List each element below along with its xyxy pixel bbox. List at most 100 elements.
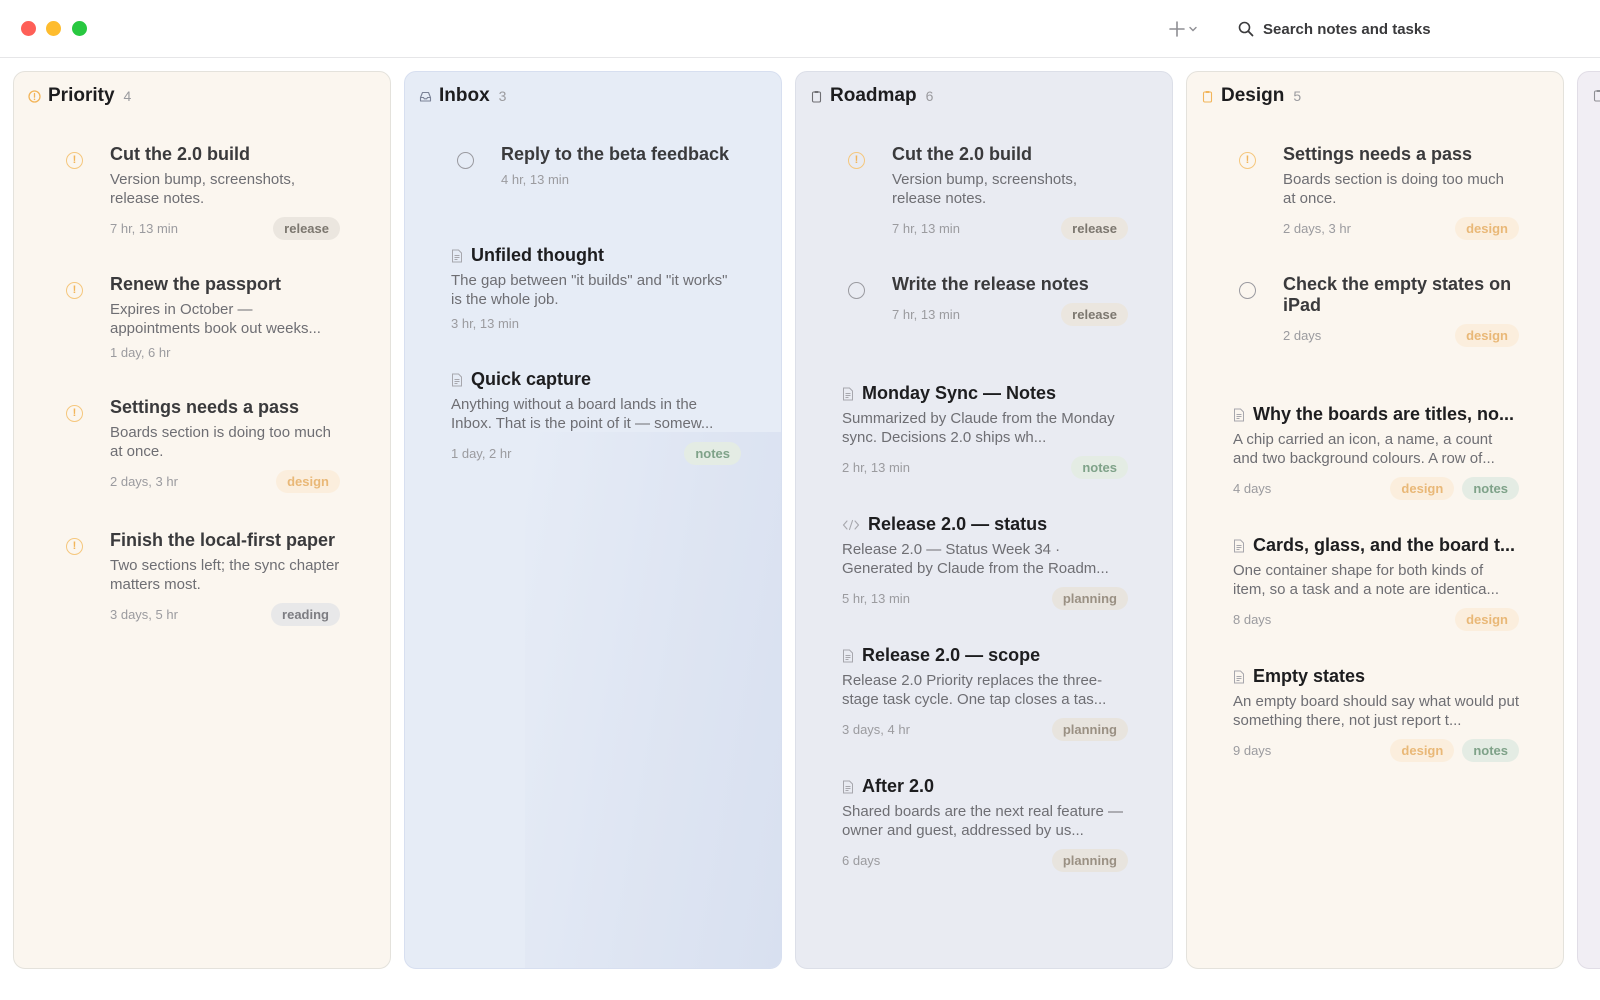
priority-icon — [28, 89, 41, 103]
clipboard-icon — [1593, 90, 1600, 102]
tag-chip[interactable]: notes — [1071, 455, 1128, 479]
tag-chip[interactable]: design — [1390, 738, 1455, 762]
card-title: Monday Sync — Notes — [862, 383, 1057, 403]
card-age: 4 hr, 13 min — [501, 171, 569, 187]
priority-checkbox[interactable] — [848, 152, 865, 169]
card-age: 2 days — [1283, 327, 1322, 343]
card-title: Empty states — [1253, 666, 1366, 686]
card-title: Reply to the beta feedback — [501, 144, 730, 164]
tag-chip[interactable]: reading — [271, 602, 340, 626]
tag-chip[interactable]: release — [1061, 302, 1128, 326]
note-card[interactable]: Why the boards are titles, no... A chip … — [1233, 404, 1519, 500]
tag-chip[interactable]: planning — [1051, 586, 1128, 610]
board-offscreen — [1577, 71, 1600, 969]
tag-chip[interactable]: release — [273, 216, 340, 240]
note-card[interactable]: Release 2.0 — status Release 2.0 — Statu… — [842, 514, 1128, 610]
minimize-window-button[interactable] — [46, 21, 61, 36]
note-card[interactable]: Release 2.0 — scope Release 2.0 Priority… — [842, 645, 1128, 741]
chevron-down-icon — [1189, 26, 1197, 32]
document-icon — [1234, 539, 1244, 552]
card-title: Cards, glass, and the board t... — [1253, 535, 1516, 555]
tag-chip[interactable]: design — [1455, 323, 1519, 347]
card-age: 9 days — [1233, 742, 1272, 758]
tag-chip[interactable]: release — [1061, 216, 1128, 240]
card-age: 1 day, 2 hr — [451, 445, 512, 461]
card-title: Unfiled thought — [471, 245, 604, 265]
board-header[interactable]: Inbox 3 — [419, 82, 506, 110]
priority-checkbox[interactable] — [66, 405, 83, 422]
tag-chip[interactable]: design — [1455, 216, 1519, 240]
board-header[interactable]: Design 5 — [1201, 82, 1301, 110]
document-icon — [843, 780, 853, 793]
clipboard-icon — [811, 90, 822, 103]
zoom-window-button[interactable] — [72, 21, 87, 36]
board-count: 3 — [498, 88, 507, 104]
board-header[interactable]: Roadmap 6 — [810, 82, 933, 110]
tag-chip[interactable]: design — [1455, 607, 1519, 631]
card-title: Finish the local-first paper — [110, 530, 336, 550]
note-card[interactable]: Quick capture Anything without a board l… — [451, 369, 741, 465]
card-body: Two sections left; the sync chapter matt… — [110, 557, 340, 593]
priority-checkbox[interactable] — [66, 538, 83, 555]
note-card[interactable]: Cards, glass, and the board t... One con… — [1233, 535, 1519, 631]
document-icon — [452, 249, 462, 262]
card-body: Version bump, screenshots, release notes… — [892, 171, 1078, 207]
document-icon — [843, 387, 853, 400]
task-card[interactable]: Finish the local-first paper Two section… — [66, 530, 340, 626]
board-priority: Priority 4 Cut the 2.0 build Version bum… — [13, 71, 391, 969]
board-inbox: Inbox 3 Reply to the beta feedback 4 hr,… — [404, 71, 782, 969]
search-field[interactable]: Search notes and tasks — [1238, 15, 1568, 43]
task-card[interactable]: Write the release notes 7 hr, 13 min rel… — [848, 274, 1128, 326]
card-body: Summarized by Claude from the Monday syn… — [842, 410, 1115, 446]
task-card[interactable]: Settings needs a pass Boards section is … — [66, 397, 340, 493]
task-card[interactable]: Renew the passport Expires in October — … — [66, 274, 340, 363]
tag-chip[interactable]: planning — [1051, 848, 1128, 872]
task-card[interactable]: Check the empty states on iPad 2 days de… — [1239, 274, 1519, 347]
close-window-button[interactable] — [21, 21, 36, 36]
card-title: Check the empty states on iPad — [1283, 274, 1512, 315]
card-body: Version bump, screenshots, release notes… — [110, 171, 296, 207]
note-card[interactable]: Unfiled thought The gap between "it buil… — [451, 245, 741, 334]
task-checkbox[interactable] — [1239, 282, 1256, 299]
tag-chip[interactable]: design — [1390, 476, 1455, 500]
card-title: Settings needs a pass — [110, 397, 300, 417]
priority-checkbox[interactable] — [66, 152, 83, 169]
note-card[interactable]: Empty states An empty board should say w… — [1233, 666, 1520, 762]
card-body: An empty board should say what would put… — [1233, 693, 1520, 729]
add-menu-button[interactable] — [1168, 16, 1208, 42]
task-checkbox[interactable] — [848, 282, 865, 299]
board-header[interactable]: Priority 4 — [28, 82, 131, 110]
tag-chip[interactable]: planning — [1051, 717, 1128, 741]
document-icon — [452, 373, 462, 386]
task-card[interactable]: Cut the 2.0 build Version bump, screensh… — [848, 144, 1128, 240]
board-count: 5 — [1293, 88, 1302, 104]
card-age: 7 hr, 13 min — [110, 220, 178, 236]
card-body: The gap between "it builds" and "it work… — [451, 272, 728, 308]
card-age: 1 day, 6 hr — [110, 344, 171, 360]
note-card[interactable]: Monday Sync — Notes Summarized by Claude… — [842, 383, 1128, 479]
note-card[interactable]: After 2.0 Shared boards are the next rea… — [842, 776, 1128, 872]
clipboard-icon — [1202, 90, 1213, 103]
priority-checkbox[interactable] — [66, 282, 83, 299]
task-card[interactable]: Settings needs a pass Boards section is … — [1239, 144, 1519, 240]
tag-chip[interactable]: design — [276, 469, 340, 493]
board-title: Design — [1221, 85, 1285, 106]
inbox-tray-icon — [419, 91, 432, 102]
board-title: Inbox — [439, 85, 490, 106]
task-card[interactable]: Cut the 2.0 build Version bump, screensh… — [66, 144, 340, 240]
card-age: 3 days, 4 hr — [842, 721, 910, 737]
board-title: Roadmap — [830, 85, 917, 106]
priority-checkbox[interactable] — [1239, 152, 1256, 169]
card-age: 2 days, 3 hr — [110, 473, 178, 489]
card-age: 8 days — [1233, 611, 1272, 627]
document-icon — [843, 649, 853, 662]
plus-icon — [1169, 21, 1185, 37]
card-title: Why the boards are titles, no... — [1253, 404, 1515, 424]
card-age: 7 hr, 13 min — [892, 220, 960, 236]
tag-chip[interactable]: notes — [1462, 476, 1519, 500]
task-checkbox[interactable] — [457, 152, 474, 169]
card-body: A chip carried an icon, a name, a count … — [1233, 431, 1495, 467]
tag-chip[interactable]: notes — [684, 441, 741, 465]
task-card[interactable]: Reply to the beta feedback 4 hr, 13 min — [457, 144, 741, 190]
tag-chip[interactable]: notes — [1462, 738, 1519, 762]
